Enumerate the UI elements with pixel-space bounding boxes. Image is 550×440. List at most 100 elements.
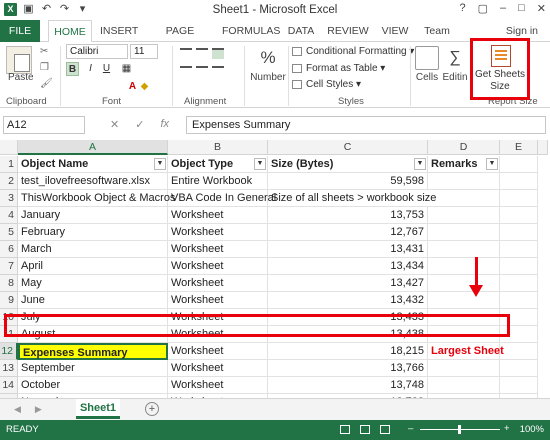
table-cell[interactable]: March — [18, 241, 168, 258]
column-header-c[interactable]: C — [268, 140, 428, 155]
table-cell[interactable]: Entire Workbook — [168, 173, 268, 190]
minimize-button[interactable]: – — [500, 2, 506, 15]
table-cell[interactable]: 13,748 — [268, 377, 428, 394]
table-cell[interactable]: June — [18, 292, 168, 309]
row-header[interactable]: 8 — [0, 275, 18, 292]
zoom-slider-handle[interactable] — [458, 425, 461, 434]
underline-button[interactable]: U — [100, 62, 113, 76]
table-cell[interactable] — [428, 377, 500, 394]
table-cell[interactable]: VBA Code In General — [168, 190, 276, 207]
row-header[interactable]: 1 — [0, 156, 18, 173]
cut-icon[interactable]: ✂ — [40, 46, 48, 57]
table-cell[interactable] — [500, 360, 538, 377]
zoom-out-icon[interactable]: – — [408, 423, 413, 434]
table-cell[interactable]: Worksheet — [168, 360, 268, 377]
column-header-d[interactable]: D — [428, 140, 500, 155]
cells-button[interactable]: Cells — [414, 46, 440, 83]
filter-dropdown-icon[interactable]: ▼ — [414, 158, 426, 170]
editing-button[interactable]: ∑ Editin — [442, 46, 468, 83]
tab-data[interactable]: DATA — [284, 20, 318, 42]
get-sheets-size-button[interactable]: Get Sheets Size — [470, 38, 530, 100]
tab-review[interactable]: REVIEW — [326, 20, 370, 42]
row-header[interactable]: 9 — [0, 292, 18, 309]
table-cell[interactable]: May — [18, 275, 168, 292]
row-header[interactable]: 4 — [0, 207, 18, 224]
page-break-view-icon[interactable] — [380, 425, 390, 434]
tab-formulas[interactable]: FORMULAS — [222, 20, 280, 42]
table-cell[interactable]: 12,767 — [268, 224, 428, 241]
table-cell[interactable]: February — [18, 224, 168, 241]
copy-icon[interactable]: ❐ — [40, 62, 49, 73]
bold-button[interactable]: B — [66, 62, 79, 76]
row-header[interactable]: 13 — [0, 360, 18, 377]
table-cell[interactable]: 13,431 — [268, 241, 428, 258]
prev-sheet-icon[interactable]: ◀ — [14, 404, 21, 415]
column-header-a[interactable]: A — [18, 140, 168, 155]
table-cell[interactable]: Worksheet — [168, 207, 268, 224]
header-remarks[interactable]: Remarks ▼ — [428, 156, 500, 173]
row-header[interactable]: 6 — [0, 241, 18, 258]
table-cell[interactable]: ThisWorkbook Object & Macros — [18, 190, 175, 207]
table-cell[interactable]: test_ilovefreesoftware.xlsx — [18, 173, 168, 190]
row-header[interactable]: 12 — [0, 343, 18, 360]
format-as-table-button[interactable]: Format as Table ▾ — [292, 63, 385, 74]
table-cell[interactable]: Worksheet — [168, 343, 268, 360]
borders-icon[interactable]: ▦ — [120, 62, 133, 76]
table-cell[interactable] — [428, 207, 500, 224]
header-size[interactable]: Size (Bytes) ▼ — [268, 156, 428, 173]
table-cell[interactable] — [500, 173, 538, 190]
zoom-in-icon[interactable]: + — [504, 423, 510, 434]
table-cell[interactable]: 13,432 — [268, 292, 428, 309]
next-sheet-icon[interactable]: ▶ — [35, 404, 42, 415]
help-button[interactable]: ? — [459, 2, 465, 15]
row-header[interactable]: 2 — [0, 173, 18, 190]
filter-dropdown-icon[interactable]: ▼ — [254, 158, 266, 170]
italic-button[interactable]: I — [84, 62, 97, 76]
filter-dropdown-icon[interactable]: ▼ — [486, 158, 498, 170]
name-box[interactable]: A12 — [3, 116, 85, 134]
select-all-corner[interactable] — [0, 140, 18, 155]
zoom-level[interactable]: 100% — [520, 424, 544, 435]
font-name-select[interactable]: Calibri — [66, 44, 128, 59]
table-cell[interactable]: 13,434 — [268, 258, 428, 275]
sheet-tab[interactable]: Sheet1 — [76, 399, 120, 419]
table-cell[interactable] — [500, 258, 538, 275]
maximize-button[interactable]: □ — [518, 2, 525, 15]
font-color-icon[interactable]: A — [126, 80, 139, 94]
formula-input[interactable]: Expenses Summary — [186, 116, 546, 134]
table-cell[interactable] — [500, 377, 538, 394]
table-cell[interactable] — [428, 275, 500, 292]
table-cell[interactable] — [500, 343, 538, 360]
table-cell[interactable]: 13,427 — [268, 275, 428, 292]
conditional-formatting-button[interactable]: Conditional Formatting ▾ — [292, 46, 414, 57]
table-cell[interactable] — [500, 190, 538, 207]
table-cell[interactable]: Worksheet — [168, 275, 268, 292]
table-cell[interactable]: September — [18, 360, 168, 377]
selected-cell[interactable]: Expenses Summary — [18, 343, 168, 360]
header-object-type[interactable]: Object Type ▼ — [168, 156, 268, 173]
cancel-icon[interactable]: ✕ — [110, 118, 119, 131]
align-top-icon[interactable] — [180, 48, 192, 59]
filter-dropdown-icon[interactable]: ▼ — [154, 158, 166, 170]
table-cell[interactable] — [428, 173, 500, 190]
align-left-icon[interactable] — [180, 66, 192, 77]
tab-insert[interactable]: INSERT — [100, 20, 138, 42]
table-cell[interactable] — [428, 258, 500, 275]
header-object-name[interactable]: Object Name ▼ — [18, 156, 168, 173]
align-bottom-icon[interactable] — [212, 48, 224, 59]
table-cell[interactable] — [500, 156, 538, 173]
tab-team[interactable]: Team — [420, 20, 454, 42]
table-cell[interactable] — [428, 360, 500, 377]
scroll-track[interactable] — [538, 140, 548, 155]
number-format-button[interactable]: % Number — [248, 46, 288, 83]
table-cell[interactable] — [500, 224, 538, 241]
table-cell[interactable]: Worksheet — [168, 258, 268, 275]
fill-color-icon[interactable]: ◆ — [138, 80, 151, 94]
row-header[interactable]: 5 — [0, 224, 18, 241]
column-header-e[interactable]: E — [500, 140, 538, 155]
table-cell[interactable] — [428, 241, 500, 258]
table-cell[interactable] — [428, 190, 500, 207]
close-button[interactable]: ✕ — [537, 2, 546, 15]
table-cell[interactable]: October — [18, 377, 168, 394]
row-header[interactable]: 3 — [0, 190, 18, 207]
